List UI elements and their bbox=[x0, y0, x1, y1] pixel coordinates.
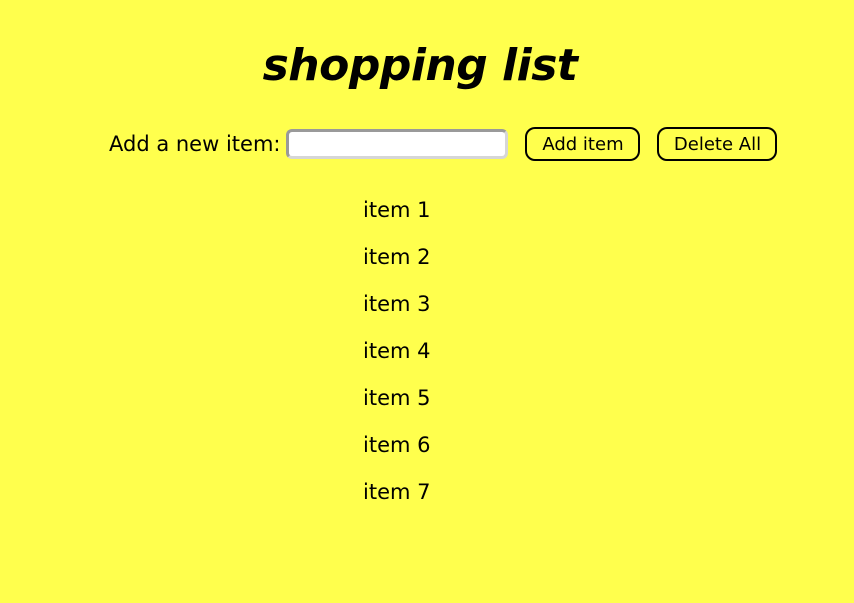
shopping-items-list: item 1 item 2 item 3 item 4 item 5 item … bbox=[363, 187, 430, 516]
list-item: item 3 bbox=[363, 292, 431, 316]
add-item-button[interactable]: Add item bbox=[525, 127, 641, 161]
list-item: item 7 bbox=[363, 480, 431, 504]
list-item: item 6 bbox=[363, 433, 431, 457]
page-title: shopping list bbox=[262, 40, 578, 91]
list-item: item 5 bbox=[363, 386, 431, 410]
shopping-list-page: shopping list Add a new item: Add item D… bbox=[0, 0, 854, 603]
list-item: item 4 bbox=[363, 339, 431, 363]
list-item: item 1 bbox=[363, 198, 431, 222]
new-item-input[interactable] bbox=[286, 129, 509, 159]
delete-all-button[interactable]: Delete All bbox=[657, 127, 778, 161]
list-item: item 2 bbox=[363, 245, 431, 269]
add-item-form: Add a new item: Add item Delete All bbox=[109, 127, 778, 161]
add-item-label: Add a new item: bbox=[109, 132, 281, 156]
